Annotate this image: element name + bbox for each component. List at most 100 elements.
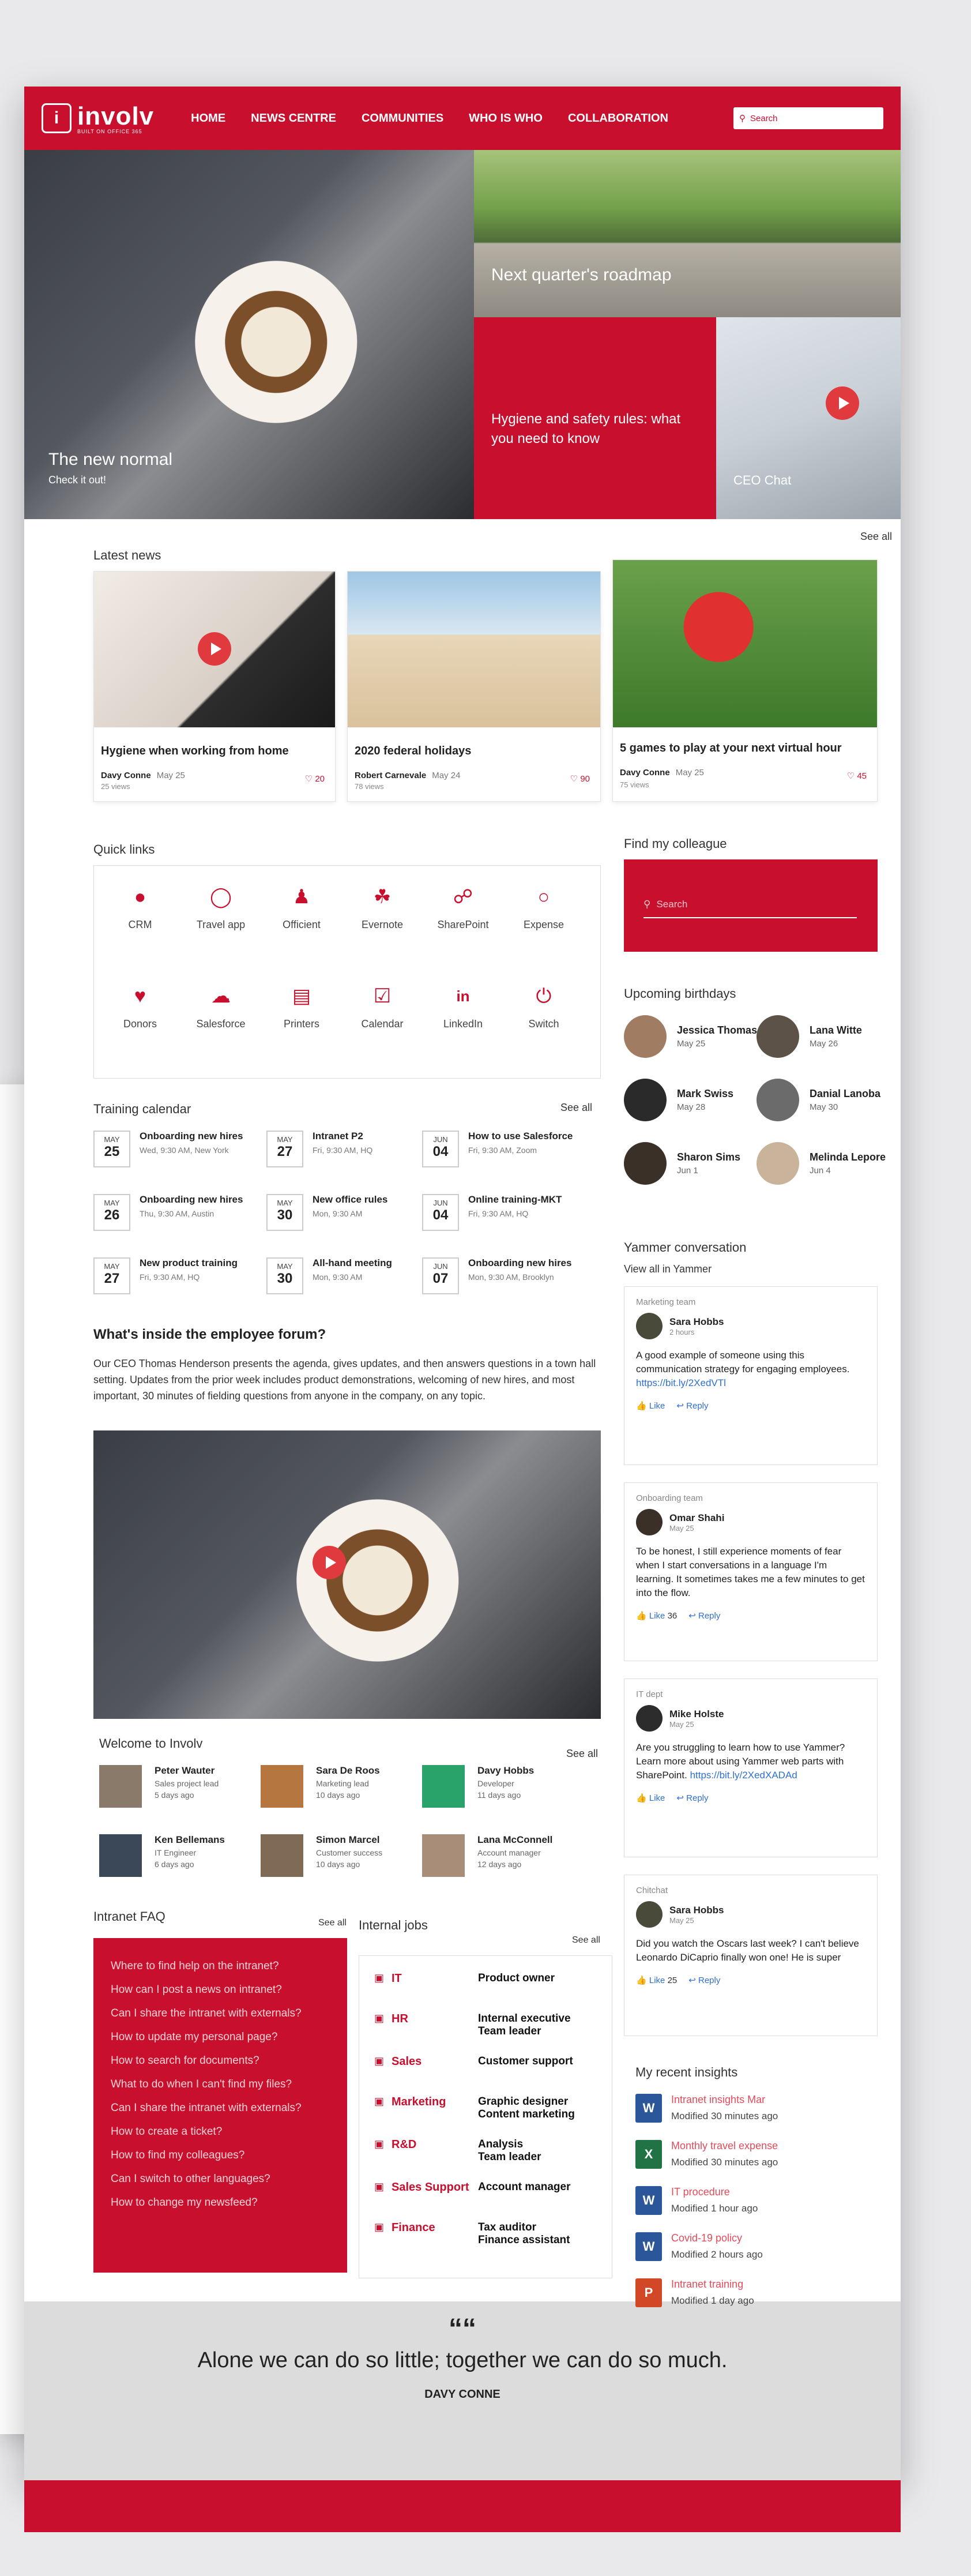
- birthday-item[interactable]: Jessica Thomas May 25: [624, 1015, 757, 1058]
- new-member[interactable]: Peter Wauter Sales project lead 5 days ago: [99, 1765, 219, 1808]
- faq-item[interactable]: How to update my personal page?: [111, 2025, 330, 2049]
- yammer-link[interactable]: https://bit.ly/2XedXADAd: [690, 1770, 797, 1781]
- new-member[interactable]: Sara De Roos Marketing lead 10 days ago: [261, 1765, 380, 1808]
- quick-link-evernote[interactable]: ☘ Evernote: [342, 882, 423, 931]
- jobs-see-all-link[interactable]: See all: [572, 1935, 600, 1946]
- nav-home[interactable]: HOME: [191, 112, 225, 125]
- like-count[interactable]: ♡ 20: [305, 773, 325, 784]
- job-item[interactable]: ▣ IT Product owner: [374, 1972, 597, 1995]
- faq-item[interactable]: What to do when I can't find my files?: [111, 2072, 330, 2096]
- birthday-item[interactable]: Mark Swiss May 28: [624, 1079, 733, 1121]
- reply-button[interactable]: ↩ Reply: [676, 1793, 708, 1803]
- birthday-item[interactable]: Danial Lanoba May 30: [757, 1079, 880, 1121]
- faq-item[interactable]: How can I post a news on intranet?: [111, 1978, 330, 2002]
- quick-link-linkedin[interactable]: in LinkedIn: [423, 981, 503, 1030]
- yammer-post[interactable]: Onboarding team Omar Shahi May 25 To be h…: [624, 1482, 878, 1661]
- birthday-item[interactable]: Lana Witte May 26: [757, 1015, 862, 1058]
- play-icon[interactable]: [313, 1546, 346, 1579]
- insight-item[interactable]: P Intranet training Modified 1 day ago: [635, 2278, 754, 2307]
- yammer-post[interactable]: Marketing team Sara Hobbs 2 hours A good …: [624, 1286, 878, 1465]
- training-event[interactable]: MAY 25 Onboarding new hires Wed, 9:30 AM, N…: [93, 1131, 255, 1167]
- reply-button[interactable]: ↩ Reply: [676, 1400, 708, 1411]
- quick-link-donors[interactable]: ♥ Donors: [100, 981, 180, 1030]
- quick-link-switch[interactable]: ⏻ Switch: [503, 981, 584, 1030]
- quick-link-sharepoint[interactable]: ☍ SharePoint: [423, 882, 503, 931]
- hero-hygiene-tile[interactable]: Hygiene and safety rules: what you need …: [474, 317, 716, 519]
- nav-communities[interactable]: COMMUNITIES: [362, 112, 443, 125]
- insight-item[interactable]: X Monthly travel expense Modified 30 minut…: [635, 2140, 778, 2169]
- news-card[interactable]: Hygiene when working from home Davy Conn…: [93, 571, 336, 802]
- hero-main-tile[interactable]: The new normal Check it out!: [24, 150, 474, 519]
- job-item[interactable]: ▣ Sales Customer support: [374, 2055, 597, 2078]
- forum-video[interactable]: [93, 1430, 601, 1719]
- training-event[interactable]: JUN 04 How to use Salesforce Fri, 9:30 AM, …: [422, 1131, 584, 1167]
- insight-item[interactable]: W Intranet insights Mar Modified 30 minute…: [635, 2094, 778, 2123]
- yammer-post[interactable]: IT dept Mike Holste May 25 Are you strugg…: [624, 1678, 878, 1857]
- faq-item[interactable]: Where to find help on the intranet?: [111, 1954, 330, 1978]
- yammer-link[interactable]: https://bit.ly/2XedVTl: [636, 1377, 726, 1388]
- logo[interactable]: i involv BUILT ON OFFICE 365: [42, 102, 154, 134]
- hero-roadmap-tile[interactable]: Next quarter's roadmap: [474, 150, 901, 317]
- yammer-post[interactable]: Chitchat Sara Hobbs May 25 Did you watch …: [624, 1875, 878, 2036]
- faq-item[interactable]: How to search for documents?: [111, 2049, 330, 2072]
- play-icon[interactable]: [198, 632, 231, 666]
- colleague-search-input[interactable]: ⚲ Search: [643, 892, 857, 918]
- like-button[interactable]: 👍 Like 36: [636, 1610, 677, 1621]
- faq-item[interactable]: Can I switch to other languages?: [111, 2167, 330, 2191]
- yammer-author: Sara Hobbs May 25: [636, 1901, 865, 1928]
- new-member[interactable]: Davy Hobbs Developer 11 days ago: [422, 1765, 534, 1808]
- reply-button[interactable]: ↩ Reply: [688, 1610, 720, 1621]
- faq-item[interactable]: Can I share the intranet with externals?: [111, 2002, 330, 2025]
- like-count[interactable]: ♡ 90: [570, 773, 590, 784]
- quick-link-officient[interactable]: ♟ Officient: [261, 882, 342, 931]
- birthday-item[interactable]: Sharon Sims Jun 1: [624, 1142, 740, 1185]
- training-event[interactable]: MAY 27 Intranet P2 Fri, 9:30 AM, HQ: [266, 1131, 428, 1167]
- quick-link-salesforce[interactable]: ☁ Salesforce: [180, 981, 261, 1030]
- like-button[interactable]: 👍 Like 25: [636, 1975, 677, 1985]
- training-event[interactable]: MAY 26 Onboarding new hires Thu, 9:30 AM, A…: [93, 1194, 255, 1231]
- yammer-view-all-link[interactable]: View all in Yammer: [624, 1263, 712, 1275]
- job-item[interactable]: ▣ R&D Analysis Team leader: [374, 2138, 597, 2164]
- training-see-all-link[interactable]: See all: [560, 1102, 592, 1114]
- faq-item[interactable]: Can I share the intranet with externals?: [111, 2096, 330, 2120]
- play-icon[interactable]: [826, 386, 859, 420]
- job-item[interactable]: ▣ HR Internal executive Team leader: [374, 2012, 597, 2038]
- welcome-see-all-link[interactable]: See all: [566, 1748, 598, 1760]
- training-event[interactable]: MAY 27 New product training Fri, 9:30 AM, H…: [93, 1257, 255, 1294]
- training-event[interactable]: MAY 30 New office rules Mon, 9:30 AM: [266, 1194, 428, 1231]
- new-member[interactable]: Ken Bellemans IT Engineer 6 days ago: [99, 1834, 225, 1877]
- insight-item[interactable]: W Covid-19 policy Modified 2 hours ago: [635, 2232, 763, 2261]
- birthday-item[interactable]: Melinda Lepore Jun 4: [757, 1142, 886, 1185]
- quick-link-printers[interactable]: ▤ Printers: [261, 981, 342, 1030]
- search-input[interactable]: ⚲ Search: [733, 107, 883, 129]
- training-event[interactable]: JUN 04 Online training-MKT Fri, 9:30 AM, HQ: [422, 1194, 584, 1231]
- nav-who-is-who[interactable]: WHO IS WHO: [469, 112, 543, 125]
- news-card[interactable]: 2020 federal holidays Robert Carnevale Ma…: [347, 571, 601, 802]
- faq-item[interactable]: How to find my colleagues?: [111, 2143, 330, 2167]
- quick-link-travel-app[interactable]: ◯ Travel app: [180, 882, 261, 931]
- new-member[interactable]: Lana McConnell Account manager 12 days ago: [422, 1834, 552, 1877]
- news-card[interactable]: 5 games to play at your next virtual hou…: [612, 559, 878, 802]
- faq-item[interactable]: How to create a ticket?: [111, 2120, 330, 2143]
- hero-see-all-link[interactable]: See all: [860, 531, 892, 543]
- quick-link-calendar[interactable]: ☑ Calendar: [342, 981, 423, 1030]
- quick-link-expense[interactable]: ○ Expense: [503, 882, 584, 931]
- like-button[interactable]: 👍 Like: [636, 1400, 665, 1411]
- faq-item[interactable]: How to change my newsfeed?: [111, 2191, 330, 2214]
- new-member[interactable]: Simon Marcel Customer success 10 days ago: [261, 1834, 382, 1877]
- hero-ceo-tile[interactable]: CEO Chat: [716, 317, 901, 519]
- faq-see-all-link[interactable]: See all: [318, 1918, 347, 1928]
- nav-news-centre[interactable]: NEWS CENTRE: [251, 112, 336, 125]
- insight-item[interactable]: W IT procedure Modified 1 hour ago: [635, 2186, 758, 2215]
- training-event[interactable]: JUN 07 Onboarding new hires Mon, 9:30 AM, B…: [422, 1257, 584, 1294]
- nav-collaboration[interactable]: COLLABORATION: [568, 112, 668, 125]
- reply-button[interactable]: ↩ Reply: [688, 1975, 720, 1985]
- job-item[interactable]: ▣ Marketing Graphic designer Content marke…: [374, 2096, 597, 2121]
- job-item[interactable]: ▣ Finance Tax auditor Finance assistant: [374, 2221, 597, 2247]
- quick-link-crm[interactable]: ● CRM: [100, 882, 180, 931]
- training-event[interactable]: MAY 30 All-hand meeting Mon, 9:30 AM: [266, 1257, 428, 1294]
- member-joined: 10 days ago: [316, 1790, 360, 1800]
- job-item[interactable]: ▣ Sales Support Account manager: [374, 2181, 597, 2204]
- like-button[interactable]: 👍 Like: [636, 1793, 665, 1803]
- like-count[interactable]: ♡ 45: [847, 771, 867, 781]
